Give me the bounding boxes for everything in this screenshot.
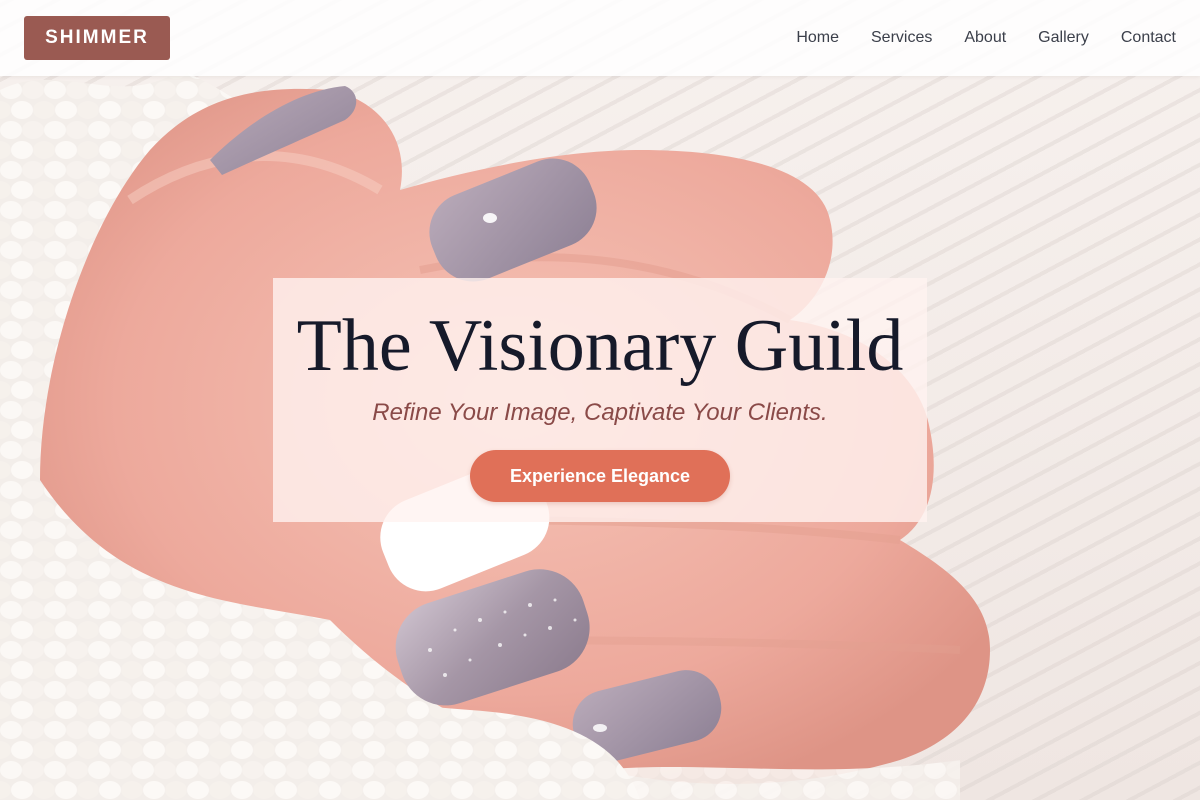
main-nav: Home Services About Gallery Contact: [796, 0, 1176, 76]
site-header: SHIMMER Home Services About Gallery Cont…: [0, 0, 1200, 76]
hero-subtitle: Refine Your Image, Captivate Your Client…: [372, 399, 828, 426]
nav-link-gallery[interactable]: Gallery: [1038, 29, 1089, 47]
nav-link-contact[interactable]: Contact: [1121, 29, 1176, 47]
nav-link-about[interactable]: About: [964, 29, 1006, 47]
nav-link-services[interactable]: Services: [871, 29, 932, 47]
logo-button[interactable]: SHIMMER: [24, 16, 170, 60]
nav-link-home[interactable]: Home: [796, 29, 839, 47]
hero-title: The Visionary Guild: [296, 305, 904, 387]
experience-elegance-button[interactable]: Experience Elegance: [470, 450, 730, 502]
hero-card: The Visionary Guild Refine Your Image, C…: [273, 278, 927, 522]
